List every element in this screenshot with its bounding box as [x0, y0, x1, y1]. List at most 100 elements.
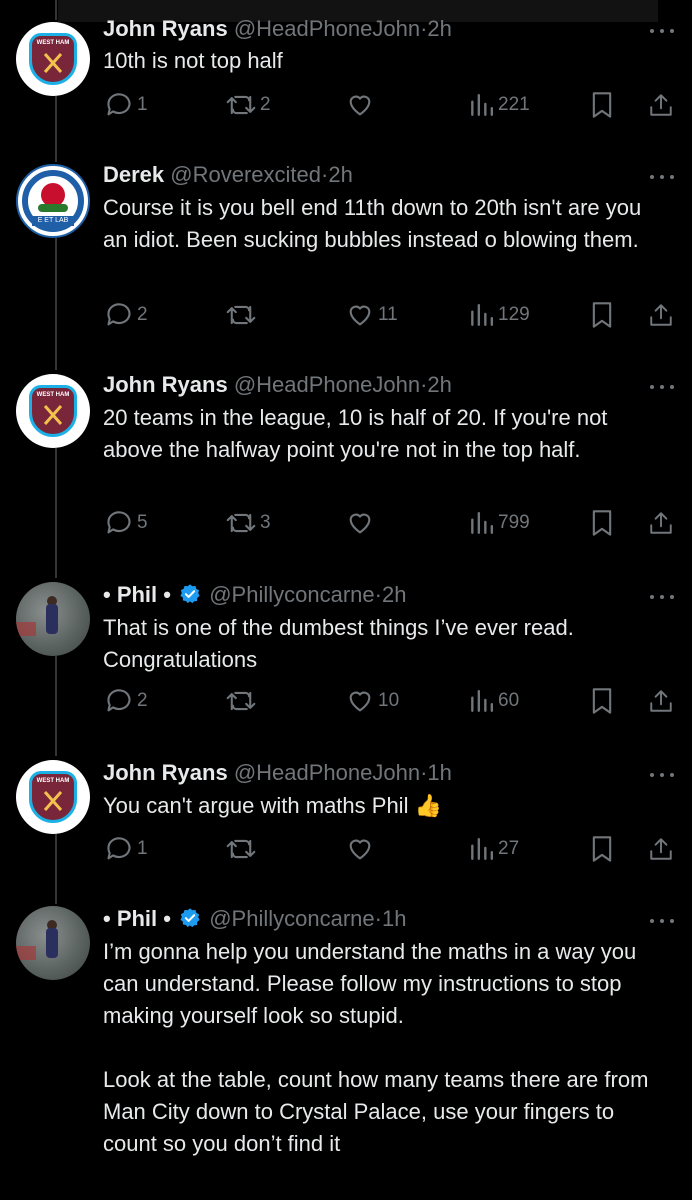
- retweet-button[interactable]: [226, 686, 260, 716]
- west-ham-crest-icon: WEST HAM: [29, 385, 77, 437]
- avatar[interactable]: [16, 906, 90, 980]
- avatar[interactable]: WEST HAM: [16, 760, 90, 834]
- display-name[interactable]: John Ryans: [103, 372, 228, 397]
- bookmark-button[interactable]: [590, 508, 614, 538]
- share-button[interactable]: [648, 834, 674, 864]
- timestamp[interactable]: 1h: [427, 760, 451, 785]
- share-button[interactable]: [648, 686, 674, 716]
- retweet-count: 2: [260, 94, 271, 115]
- avatar[interactable]: WEST HAM: [16, 374, 90, 448]
- views-count: 221: [498, 94, 530, 115]
- like-button[interactable]: [346, 90, 378, 120]
- bookmark-button[interactable]: [590, 834, 614, 864]
- bookmark-icon: [592, 688, 612, 714]
- footballer-photo-icon: [46, 604, 58, 634]
- views-button[interactable]: 27: [468, 834, 519, 864]
- views-count: 799: [498, 512, 530, 533]
- reply-button[interactable]: 1: [105, 90, 148, 120]
- avatar[interactable]: E ET LAB: [16, 164, 90, 238]
- west-ham-crest-icon: WEST HAM: [29, 33, 77, 85]
- timestamp[interactable]: 2h: [427, 372, 451, 397]
- views-chart-icon: [471, 304, 494, 326]
- more-options-icon[interactable]: [648, 172, 676, 182]
- bookmark-icon: [592, 510, 612, 536]
- user-handle[interactable]: @HeadPhoneJohn: [234, 372, 420, 397]
- avatar[interactable]: WEST HAM: [16, 22, 90, 96]
- share-button[interactable]: [648, 300, 674, 330]
- views-count: 27: [498, 838, 520, 859]
- tweet-text: That is one of the dumbest things I’ve e…: [103, 615, 574, 672]
- reply-icon: [107, 511, 131, 534]
- footballer-photo-icon: [46, 928, 58, 958]
- reply-count: 5: [137, 512, 148, 533]
- like-button[interactable]: 10: [346, 686, 399, 716]
- views-chart-icon: [471, 94, 494, 116]
- user-handle[interactable]: @Phillyconcarne: [209, 906, 374, 931]
- heart-icon: [349, 513, 371, 534]
- display-name[interactable]: John Ryans: [103, 760, 228, 785]
- timestamp[interactable]: 2h: [427, 16, 451, 41]
- share-icon: [650, 838, 672, 860]
- more-options-icon[interactable]: [648, 26, 676, 36]
- share-icon: [650, 690, 672, 712]
- tweet-text: I’m gonna help you understand the maths …: [103, 939, 649, 1156]
- views-button[interactable]: 129: [468, 300, 530, 330]
- display-name[interactable]: • Phil •: [103, 906, 171, 931]
- tweet-text: You can't argue with maths Phil 👍: [103, 790, 663, 822]
- retweet-button[interactable]: 2: [226, 90, 271, 120]
- avatar[interactable]: [16, 582, 90, 656]
- share-button[interactable]: [648, 90, 674, 120]
- reply-icon: [107, 93, 131, 116]
- reply-button[interactable]: 2: [105, 300, 148, 330]
- bookmark-icon: [592, 836, 612, 862]
- heart-icon: [349, 95, 371, 116]
- views-button[interactable]: 60: [468, 686, 519, 716]
- like-button[interactable]: 11: [346, 300, 398, 330]
- bookmark-icon: [592, 302, 612, 328]
- tweet-header: • Phil • @Phillyconcarne·1h: [103, 906, 407, 931]
- like-button[interactable]: [346, 834, 378, 864]
- reply-count: 2: [137, 304, 148, 325]
- retweet-button[interactable]: [226, 300, 260, 330]
- display-name[interactable]: John Ryans: [103, 16, 228, 41]
- verified-badge-icon: [180, 908, 200, 928]
- user-handle[interactable]: @HeadPhoneJohn: [234, 16, 420, 41]
- retweet-button[interactable]: [226, 834, 260, 864]
- timestamp[interactable]: 1h: [382, 906, 406, 931]
- tweet-text: Course it is you bell end 11th down to 2…: [103, 195, 642, 252]
- bookmark-button[interactable]: [590, 686, 614, 716]
- tweet-header: John Ryans @HeadPhoneJohn·2h: [103, 372, 452, 397]
- display-name[interactable]: Derek: [103, 162, 164, 187]
- reply-icon: [107, 837, 131, 860]
- like-button[interactable]: [346, 508, 378, 538]
- views-chart-icon: [471, 690, 494, 712]
- views-chart-icon: [471, 512, 494, 534]
- user-handle[interactable]: @HeadPhoneJohn: [234, 760, 420, 785]
- display-name[interactable]: • Phil •: [103, 582, 171, 607]
- tweet-header: • Phil • @Phillyconcarne·2h: [103, 582, 407, 607]
- tweet-actions: 5 3 799: [0, 508, 692, 538]
- tweet-header: John Ryans @HeadPhoneJohn·2h: [103, 16, 452, 41]
- timestamp[interactable]: 2h: [328, 162, 352, 187]
- share-button[interactable]: [648, 508, 674, 538]
- tweet-actions: 2 11 129: [0, 300, 692, 330]
- retweet-icon: [226, 305, 256, 325]
- views-button[interactable]: 799: [468, 508, 530, 538]
- reply-button[interactable]: 2: [105, 686, 148, 716]
- views-button[interactable]: 221: [468, 90, 530, 120]
- reply-button[interactable]: 1: [105, 834, 148, 864]
- reply-count: 2: [137, 690, 148, 711]
- bookmark-button[interactable]: [590, 90, 614, 120]
- bookmark-button[interactable]: [590, 300, 614, 330]
- user-handle[interactable]: @Phillyconcarne: [209, 582, 374, 607]
- retweet-button[interactable]: 3: [226, 508, 271, 538]
- tweet-actions: 2 10 60: [0, 686, 692, 716]
- more-options-icon[interactable]: [648, 770, 676, 780]
- more-options-icon[interactable]: [648, 592, 676, 602]
- reply-button[interactable]: 5: [105, 508, 148, 538]
- timestamp[interactable]: 2h: [382, 582, 406, 607]
- more-options-icon[interactable]: [648, 916, 676, 926]
- like-count: 10: [378, 690, 400, 711]
- user-handle[interactable]: @Roverexcited: [170, 162, 321, 187]
- more-options-icon[interactable]: [648, 382, 676, 392]
